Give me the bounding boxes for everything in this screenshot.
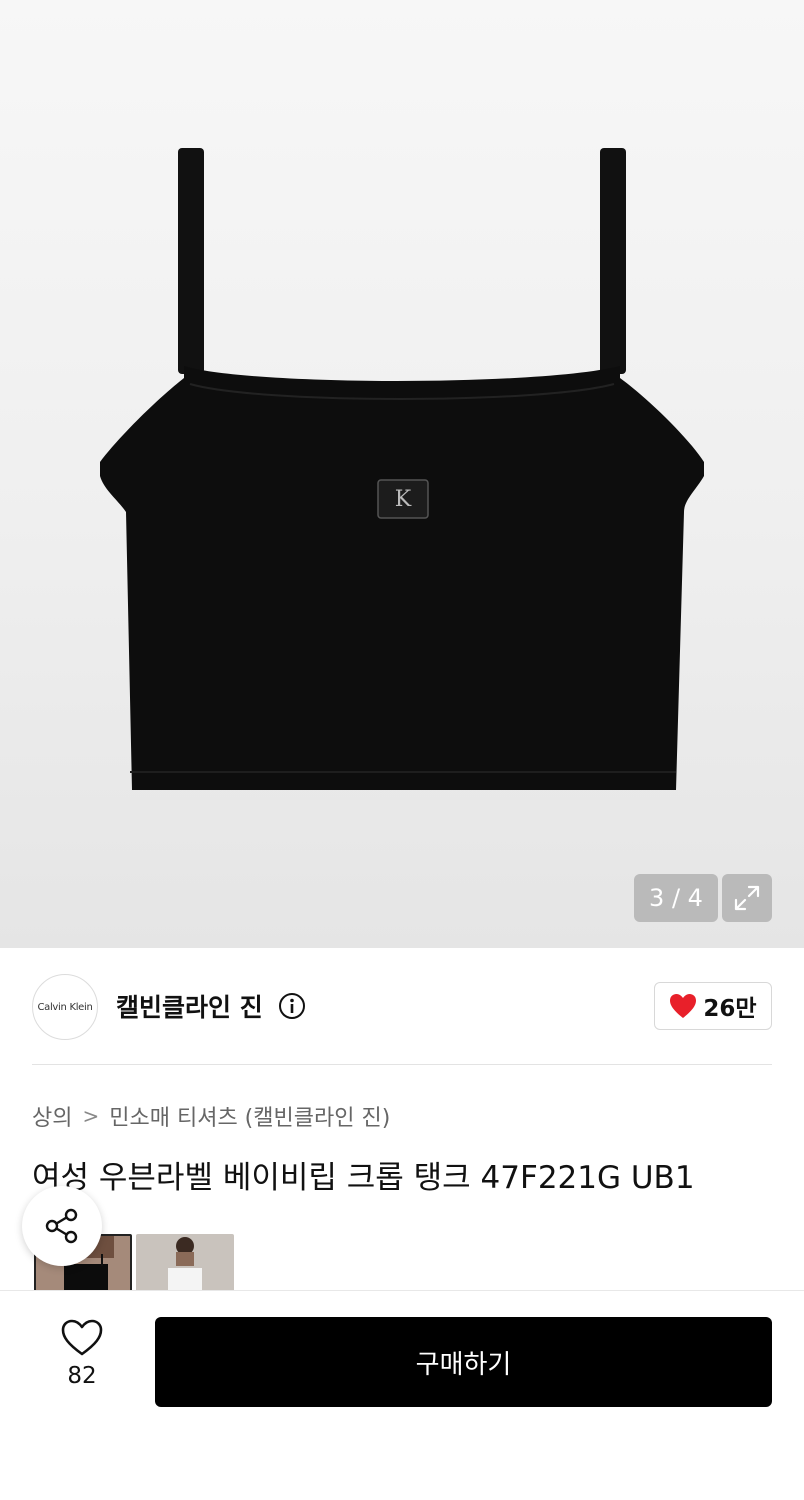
divider	[32, 1064, 772, 1065]
color-thumbnail-white[interactable]	[136, 1234, 234, 1292]
breadcrumb: 상의 > 민소매 티셔츠 (캘빈클라인 진)	[32, 1100, 390, 1132]
brand-logo-text: Calvin Klein	[37, 1001, 93, 1013]
product-title: 여성 우븐라벨 베이비립 크롭 탱크 47F221G UB1	[32, 1160, 695, 1196]
thumbnail-image	[136, 1234, 234, 1292]
wishlist-button[interactable]: 82	[40, 1319, 124, 1389]
svg-text:K: K	[395, 487, 412, 512]
buy-button[interactable]: 구매하기	[155, 1317, 772, 1407]
share-icon	[45, 1208, 78, 1244]
heart-filled-icon	[670, 994, 697, 1018]
image-counter: 3 / 4	[634, 874, 718, 922]
share-button[interactable]	[22, 1186, 102, 1266]
product-image: K	[100, 148, 704, 790]
bottom-action-bar: 82 구매하기	[0, 1290, 804, 1500]
product-image-gallery[interactable]: K 3 / 4	[0, 0, 804, 948]
expand-icon	[734, 885, 760, 911]
chevron-right-icon: >	[82, 1104, 100, 1128]
brand-like-count: 26만	[703, 996, 757, 1022]
wishlist-count: 82	[67, 1363, 97, 1389]
expand-button[interactable]	[722, 874, 772, 922]
brand-name[interactable]: 캘빈클라인 진	[116, 988, 263, 1024]
info-icon[interactable]	[278, 992, 306, 1020]
heart-outline-icon	[61, 1319, 103, 1356]
brand-logo[interactable]: Calvin Klein	[32, 974, 98, 1040]
brand-row: Calvin Klein 캘빈클라인 진 26만	[32, 972, 772, 1042]
breadcrumb-category[interactable]: 상의	[32, 1100, 72, 1132]
brand-like-button[interactable]: 26만	[654, 982, 772, 1030]
breadcrumb-subcategory[interactable]: 민소매 티셔츠 (캘빈클라인 진)	[109, 1100, 390, 1132]
